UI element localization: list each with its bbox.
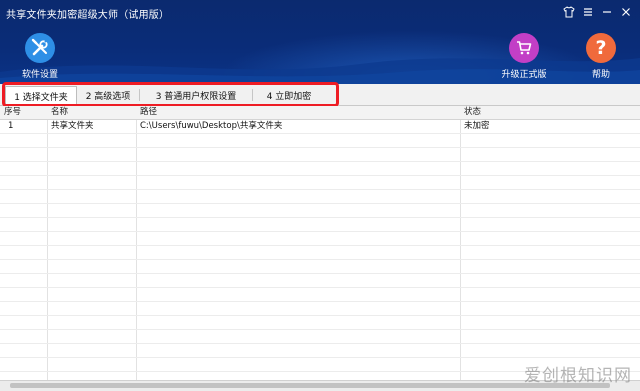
shirt-skin-icon[interactable] — [562, 5, 576, 19]
tab-separator — [252, 89, 253, 101]
column-header-status[interactable]: 状态 — [460, 106, 481, 119]
tab-user-permissions[interactable]: 3 普通用户权限设置 — [140, 86, 253, 104]
table-row-empty — [0, 260, 640, 274]
tab-encrypt-now[interactable]: 4 立即加密 — [254, 86, 324, 104]
table-row-empty — [0, 148, 640, 162]
settings-label: 软件设置 — [21, 70, 58, 80]
table-row-empty — [0, 176, 640, 190]
table-row-empty — [0, 316, 640, 330]
table-header: 序号 名称 路径 状态 — [0, 106, 640, 120]
upgrade-button[interactable]: 升级正式版 — [494, 33, 554, 81]
upgrade-label: 升级正式版 — [501, 70, 547, 80]
watermark-text: 爱创根知识网 — [524, 366, 632, 386]
tab-label: 1 选择文件夹 — [14, 93, 68, 103]
table-row-empty — [0, 246, 640, 260]
tab-select-folder[interactable]: 1 选择文件夹 — [5, 86, 77, 106]
tab-label: 3 普通用户权限设置 — [155, 91, 237, 102]
column-header-path[interactable]: 路径 — [136, 106, 157, 119]
cell-name: 共享文件夹 — [51, 121, 94, 131]
cell-index: 1 — [8, 121, 14, 131]
cell-status: 未加密 — [464, 121, 490, 131]
table-row-empty — [0, 190, 640, 204]
window-title: 共享文件夹加密超级大师（试用版） — [6, 10, 170, 21]
table-row-empty — [0, 274, 640, 288]
shopping-cart-icon — [509, 33, 539, 63]
table-row-empty — [0, 288, 640, 302]
tab-label: 2 高级选项 — [85, 91, 131, 102]
tab-bar: 1 选择文件夹 2 高级选项 3 普通用户权限设置 4 立即加密 — [0, 84, 640, 106]
table-row-empty — [0, 162, 640, 176]
table-row-empty — [0, 344, 640, 358]
help-button[interactable]: ? 帮助 — [571, 33, 631, 81]
tab-label: 4 立即加密 — [266, 91, 312, 102]
table-row[interactable]: 1 共享文件夹 C:\Users\fuwu\Desktop\共享文件夹 未加密 — [0, 120, 640, 134]
table-row-empty — [0, 232, 640, 246]
table-row-empty — [0, 204, 640, 218]
menu-icon[interactable] — [581, 5, 595, 19]
app-header: 共享文件夹加密超级大师（试用版） 软件设置 升级正式版 ? 帮助 — [0, 0, 640, 84]
close-icon[interactable] — [619, 5, 633, 19]
question-mark-icon: ? — [586, 33, 616, 63]
minimize-icon[interactable] — [600, 5, 614, 19]
table-row-empty — [0, 330, 640, 344]
tab-advanced-options[interactable]: 2 高级选项 — [77, 86, 140, 104]
column-header-index[interactable]: 序号 — [0, 106, 21, 119]
table-row-empty — [0, 134, 640, 148]
help-label: 帮助 — [591, 70, 610, 80]
table-row-empty — [0, 302, 640, 316]
wrench-screwdriver-icon — [25, 33, 55, 63]
folder-table: 序号 名称 路径 状态 1 共享文件夹 C:\Users\fuwu\Deskto… — [0, 106, 640, 380]
scrollbar-thumb[interactable] — [10, 383, 610, 388]
table-row-empty — [0, 218, 640, 232]
cell-path: C:\Users\fuwu\Desktop\共享文件夹 — [140, 121, 283, 131]
column-header-name[interactable]: 名称 — [47, 106, 68, 119]
settings-button[interactable]: 软件设置 — [10, 33, 70, 81]
